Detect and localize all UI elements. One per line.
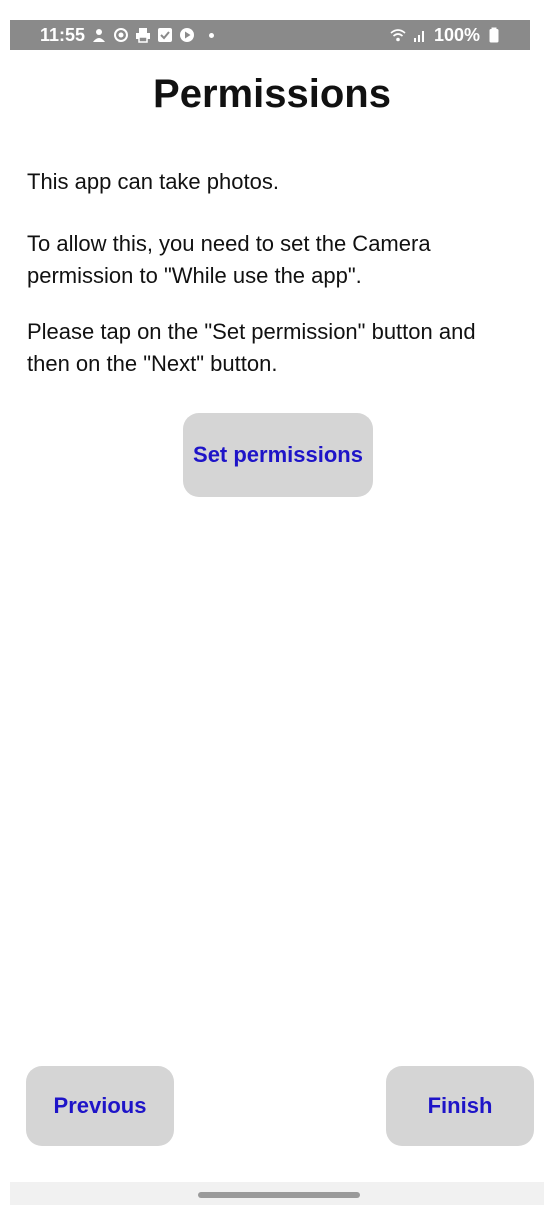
more-notifications-dot xyxy=(209,32,215,38)
set-permissions-button[interactable]: Set permissions xyxy=(183,413,373,497)
battery-percent: 100% xyxy=(433,24,480,45)
play-icon xyxy=(179,27,195,43)
checkbox-icon xyxy=(157,27,173,43)
status-strip: 11:55 100% xyxy=(10,20,530,50)
status-left: 11:55 xyxy=(40,24,215,46)
signal-icon xyxy=(412,27,428,43)
intro-text: This app can take photos. xyxy=(27,169,279,194)
instructions-text: Please tap on the "Set permission" butto… xyxy=(27,319,476,376)
status-bar: 11:55 100% xyxy=(0,0,544,50)
battery-icon xyxy=(486,27,502,43)
status-right: 100% xyxy=(390,25,502,46)
home-gesture-handle[interactable] xyxy=(198,1192,360,1198)
finish-button[interactable]: Finish xyxy=(386,1066,534,1146)
printer-icon xyxy=(135,27,151,43)
at-icon xyxy=(113,27,129,43)
previous-button[interactable]: Previous xyxy=(26,1066,174,1146)
status-time: 11:55 xyxy=(40,24,86,45)
page-title: Permissions xyxy=(153,72,391,116)
person-icon xyxy=(91,27,107,43)
camera-permission-text: To allow this, you need to set the Camer… xyxy=(27,231,431,288)
wifi-icon xyxy=(390,27,406,43)
